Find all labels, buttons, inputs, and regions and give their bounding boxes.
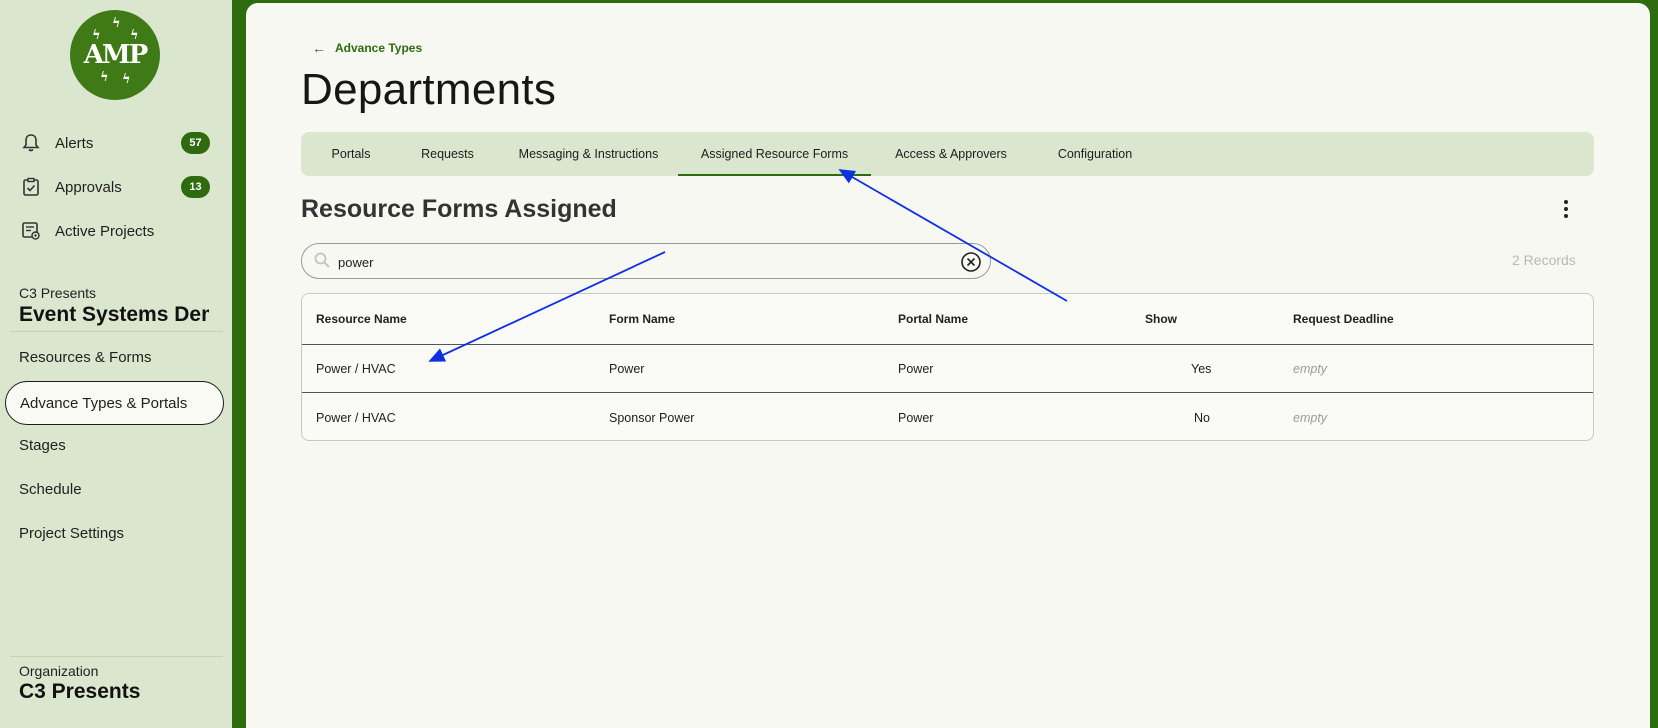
sidebar-item-label: Active Projects xyxy=(55,222,155,240)
tab-access-approvers[interactable]: Access & Approvers xyxy=(871,132,1031,176)
lightning-bolt-icon: ϟ xyxy=(130,28,138,43)
resource-forms-table: Resource Name Form Name Portal Name Show… xyxy=(301,293,1594,441)
column-header-portal-name[interactable]: Portal Name xyxy=(898,294,968,344)
back-link[interactable]: ← Advance Types xyxy=(312,40,422,56)
organization-label: Organization xyxy=(19,663,99,679)
bell-icon xyxy=(20,132,42,154)
cell-show[interactable]: No xyxy=(1194,394,1210,440)
sidebar-item-alerts[interactable]: Alerts 57 xyxy=(20,128,210,158)
sidebar-item-label: Alerts xyxy=(55,134,94,152)
cell-resource-name: Power / HVAC xyxy=(316,361,396,376)
organization-name[interactable]: C3 Presents xyxy=(19,680,140,704)
table-header-row: Resource Name Form Name Portal Name Show… xyxy=(302,294,1593,345)
cell-form-name: Sponsor Power xyxy=(609,411,695,425)
back-link-label: Advance Types xyxy=(335,41,423,55)
lightning-bolt-icon: ϟ xyxy=(112,16,120,31)
logo-text: AMP xyxy=(83,40,149,70)
tab-assigned-resource-forms[interactable]: Assigned Resource Forms xyxy=(678,132,871,176)
clear-search-icon[interactable] xyxy=(960,251,982,273)
column-header-resource-name[interactable]: Resource Name xyxy=(316,294,407,344)
search-icon xyxy=(313,251,331,274)
sidebar-item-label: Approvals xyxy=(55,178,122,196)
project-name: Event Systems Demo xyxy=(19,303,209,326)
search-input[interactable] xyxy=(338,252,938,272)
cell-resource-name: Power / HVAC xyxy=(316,411,396,425)
tab-bar: Portals Requests Messaging & Instruction… xyxy=(301,132,1594,176)
search-box xyxy=(301,243,991,279)
lightning-bolt-icon: ϟ xyxy=(100,70,108,85)
projects-icon xyxy=(20,220,42,242)
divider xyxy=(10,331,223,332)
sidebar-item-approvals[interactable]: Approvals 13 xyxy=(20,172,210,202)
lightning-bolt-icon: ϟ xyxy=(92,28,100,43)
records-count: 2 Records xyxy=(1512,252,1576,268)
sidebar-item-label: Advance Types & Portals xyxy=(20,394,188,412)
sidebar: AMP ϟ ϟ ϟ ϟ ϟ Alerts 57 Approvals 13 Act… xyxy=(0,0,232,728)
more-options-icon[interactable] xyxy=(1556,198,1576,220)
clipboard-check-icon xyxy=(20,176,42,198)
sidebar-item-advance-types-portals[interactable]: Advance Types & Portals xyxy=(5,381,224,425)
column-header-show[interactable]: Show xyxy=(1145,294,1177,344)
lightning-bolt-icon: ϟ xyxy=(122,72,130,87)
section-title: Resource Forms Assigned xyxy=(301,195,617,223)
alerts-count-badge: 57 xyxy=(181,132,210,154)
cell-portal-name: Power xyxy=(898,361,934,376)
table-row[interactable]: Power / HVAC Power Power Yes empty xyxy=(302,345,1593,393)
cell-portal-name: Power xyxy=(898,411,934,425)
arrow-left-icon: ← xyxy=(312,40,326,56)
sidebar-item-resources-forms[interactable]: Resources & Forms xyxy=(19,349,152,366)
approvals-count-badge: 13 xyxy=(181,176,210,198)
column-header-request-deadline[interactable]: Request Deadline xyxy=(1293,294,1394,344)
column-header-form-name[interactable]: Form Name xyxy=(609,294,675,344)
tab-requests[interactable]: Requests xyxy=(401,132,494,176)
cell-form-name: Power xyxy=(609,361,645,376)
cell-request-deadline[interactable]: empty xyxy=(1293,394,1327,440)
divider xyxy=(10,656,223,657)
table-row[interactable]: Power / HVAC Sponsor Power Power No empt… xyxy=(302,394,1593,440)
tab-configuration[interactable]: Configuration xyxy=(1031,132,1159,176)
main-content: ← Advance Types Departments Portals Requ… xyxy=(246,3,1650,728)
amp-logo[interactable]: AMP ϟ ϟ ϟ ϟ ϟ xyxy=(70,10,160,100)
cell-show[interactable]: Yes xyxy=(1191,345,1211,392)
page-title: Departments xyxy=(301,65,557,114)
sidebar-item-stages[interactable]: Stages xyxy=(19,437,66,454)
sidebar-item-active-projects[interactable]: Active Projects xyxy=(20,216,210,246)
cell-request-deadline[interactable]: empty xyxy=(1293,345,1327,392)
tab-portals[interactable]: Portals xyxy=(301,132,401,176)
project-organization: C3 Presents xyxy=(19,285,97,301)
sidebar-item-schedule[interactable]: Schedule xyxy=(19,481,82,498)
sidebar-item-project-settings[interactable]: Project Settings xyxy=(19,525,124,542)
tab-messaging-instructions[interactable]: Messaging & Instructions xyxy=(494,132,683,176)
